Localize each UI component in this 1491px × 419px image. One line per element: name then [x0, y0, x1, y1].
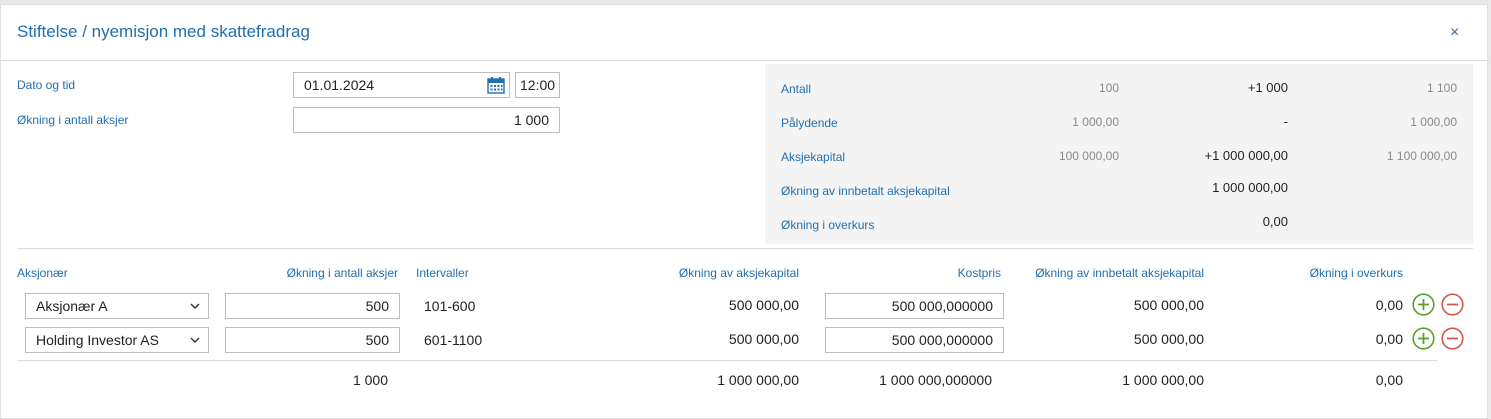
- premium-value: 0,00: [1375, 331, 1403, 347]
- summary-label-overkurs: Økning i overkurs: [781, 218, 875, 232]
- close-icon[interactable]: ×: [1450, 25, 1459, 41]
- summary-label-innbetalt: Økning av innbetalt aksjekapital: [781, 184, 950, 198]
- totals-divider: [17, 360, 1437, 361]
- minus-circle-icon[interactable]: [1441, 293, 1464, 316]
- shareholder-value: Holding Investor AS: [36, 332, 159, 348]
- overkurs-change: 0,00: [1262, 214, 1288, 229]
- chevron-down-icon: [190, 337, 200, 343]
- header-divider: [1, 60, 1489, 61]
- dialog-title: Stiftelse / nyemisjon med skattefradrag: [17, 22, 310, 41]
- summary-label-palydende: Pålydende: [781, 116, 838, 130]
- shares-label: Økning i antall aksjer: [17, 113, 129, 127]
- summary-label-antall: Antall: [781, 82, 812, 96]
- date-label: Dato og tid: [17, 78, 76, 92]
- calendar-icon[interactable]: [487, 77, 505, 94]
- antall-before: 100: [1098, 81, 1119, 95]
- cost-input[interactable]: 500 000,000000: [825, 293, 1004, 319]
- total-paid: 1 000 000,00: [1122, 372, 1204, 388]
- summary-panel: Antall 100 +1 000 1 100 Pålydende 1 000,…: [765, 64, 1473, 244]
- antall-after: 1 100: [1426, 81, 1457, 95]
- paid-value: 500 000,00: [1133, 331, 1204, 347]
- time-field[interactable]: 12:00: [515, 72, 560, 98]
- palydende-change: -: [1283, 114, 1288, 129]
- shares-input[interactable]: 500: [225, 327, 400, 353]
- header-premium: Økning i overkurs: [1309, 266, 1403, 280]
- total-cost: 1 000 000,000000: [879, 372, 992, 388]
- interval-value: 601-1100: [424, 332, 483, 348]
- header-shares: Økning i antall aksjer: [286, 266, 398, 280]
- antall-change: +1 000: [1247, 80, 1288, 95]
- plus-circle-icon[interactable]: [1412, 327, 1435, 350]
- dialog: Stiftelse / nyemisjon med skattefradrag …: [0, 4, 1489, 419]
- total-shares: 1 000: [352, 372, 388, 388]
- shareholder-select[interactable]: Aksjonær A: [25, 293, 209, 319]
- aksjekapital-before: 100 000,00: [1058, 149, 1119, 163]
- shareholder-select[interactable]: Holding Investor AS: [25, 327, 209, 353]
- header-shareholder: Aksjonær: [17, 266, 68, 280]
- shares-increase-field[interactable]: 1 000: [293, 107, 560, 133]
- cost-input[interactable]: 500 000,000000: [825, 327, 1004, 353]
- summary-label-aksjekapital: Aksjekapital: [781, 150, 846, 164]
- innbetalt-change: 1 000 000,00: [1212, 180, 1288, 195]
- capital-value: 500 000,00: [728, 331, 799, 347]
- date-value: 01.01.2024: [304, 77, 375, 93]
- aksjekapital-after: 1 100 000,00: [1386, 149, 1457, 163]
- chevron-down-icon: [190, 303, 200, 309]
- header-cost: Kostpris: [957, 266, 1001, 280]
- palydende-after: 1 000,00: [1410, 115, 1457, 129]
- total-premium: 0,00: [1375, 372, 1403, 388]
- paid-value: 500 000,00: [1133, 297, 1204, 313]
- aksjekapital-change: +1 000 000,00: [1204, 148, 1289, 163]
- palydende-before: 1 000,00: [1072, 115, 1119, 129]
- capital-value: 500 000,00: [728, 297, 799, 313]
- plus-circle-icon[interactable]: [1412, 293, 1435, 316]
- date-field[interactable]: 01.01.2024: [293, 72, 510, 98]
- header-capital: Økning av aksjekapital: [678, 266, 799, 280]
- shares-input[interactable]: 500: [225, 293, 400, 319]
- header-paid: Økning av innbetalt aksjekapital: [1035, 266, 1204, 280]
- section-divider: [17, 248, 1473, 249]
- shareholder-value: Aksjonær A: [36, 298, 108, 314]
- minus-circle-icon[interactable]: [1441, 327, 1464, 350]
- premium-value: 0,00: [1375, 297, 1403, 313]
- total-capital: 1 000 000,00: [717, 372, 799, 388]
- header-intervals: Intervaller: [416, 266, 469, 280]
- interval-value: 101-600: [424, 298, 476, 314]
